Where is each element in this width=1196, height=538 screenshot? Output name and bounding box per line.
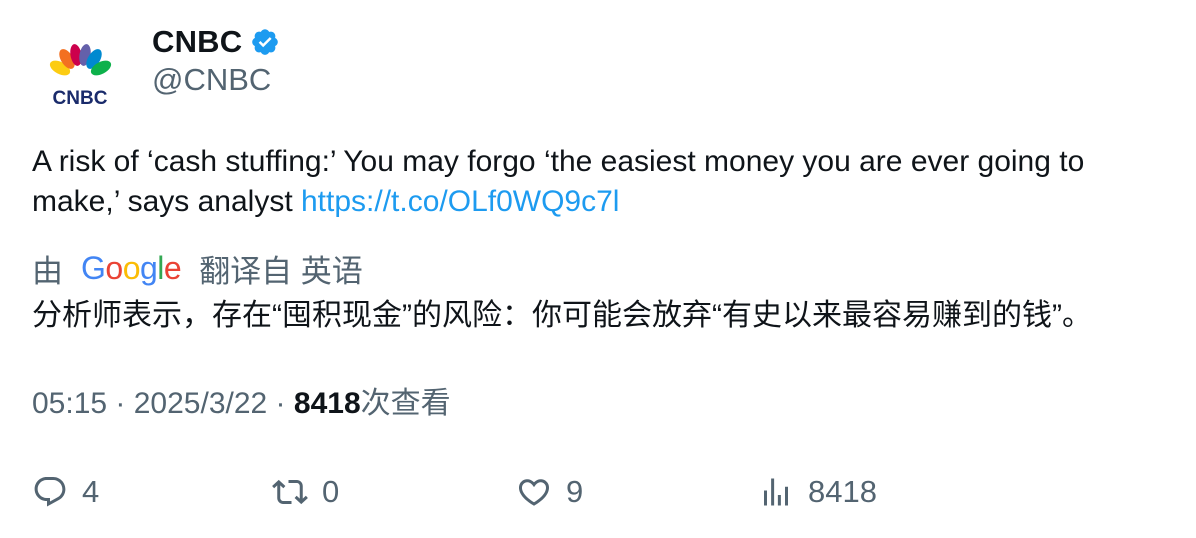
verified-badge-icon[interactable] [250,27,280,57]
reply-count: 4 [82,474,100,509]
name-row: CNBC [152,22,280,62]
views-label: 次查看 [360,387,451,420]
heart-icon [518,479,550,506]
views-action-count: 8418 [808,474,877,509]
retweet-icon [272,479,308,505]
handle[interactable]: @CNBC [152,62,280,98]
action-bar: 4 0 9 8418 [0,468,1196,516]
meta-separator: · [267,387,294,420]
translated-text: 分析师表示，存在“囤积现金”的风险：你可能会放弃“有史以来最容易赚到的钱”。 [32,299,1092,332]
retweet-count: 0 [322,474,340,509]
tweet-link[interactable]: https://t.co/OLf0WQ9c7l [301,185,619,218]
views-button[interactable]: 8418 [758,468,877,516]
avatar[interactable]: CNBC [38,30,122,114]
svg-text:CNBC: CNBC [53,88,108,109]
like-count: 9 [566,474,584,509]
retweet-button[interactable]: 0 [272,468,339,516]
reply-icon [34,477,66,507]
google-logo-icon: Google [81,249,182,286]
author-block: CNBC @CNBC [152,22,280,98]
tweet-date[interactable]: 2025/3/22 [134,387,267,420]
translated-from-label: 翻译自 英语 [199,253,363,289]
tweet-text: A risk of ‘cash stuffing:’ You may forgo… [32,142,1172,222]
reply-button[interactable]: 4 [32,468,99,516]
translation-attribution: 由 Google 翻译自 英语 [32,248,363,289]
views-chart-icon [764,478,788,506]
tweet-time[interactable]: 05:15 [32,387,107,420]
translated-by-label: 由 [32,253,63,289]
views-count: 8418 [293,387,361,420]
meta-separator: · [107,387,134,420]
display-name[interactable]: CNBC [152,24,242,60]
cnbc-peacock-logo-icon: CNBC [49,44,112,109]
tweet-meta: 05:15 · 2025/3/22 · 8418次查看 [32,384,451,424]
like-button[interactable]: 9 [516,468,583,516]
